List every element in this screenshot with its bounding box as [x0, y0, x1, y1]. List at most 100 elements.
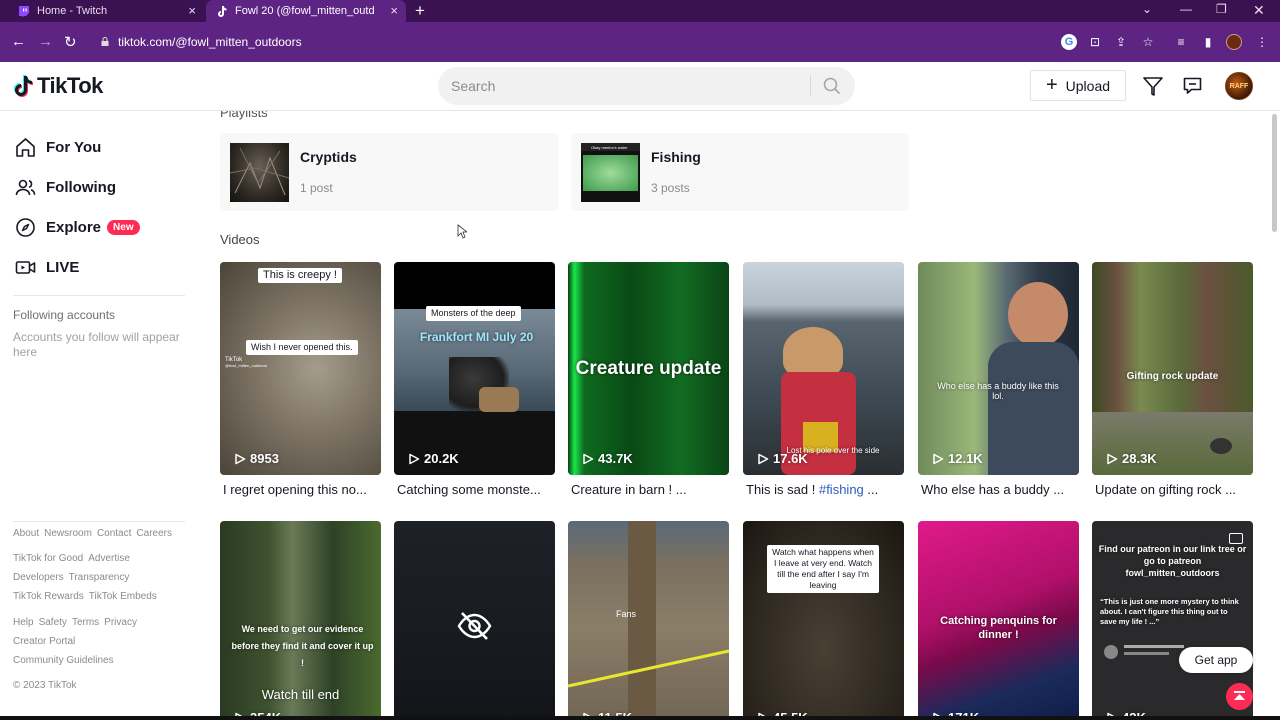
footer-link-creator-portal[interactable]: Creator Portal: [13, 636, 75, 647]
playlist-card-cryptids[interactable]: Cryptids 1 post: [220, 133, 558, 211]
following-accounts-desc: Accounts you follow will appear here: [13, 330, 180, 359]
view-count: 17.6K: [757, 451, 808, 466]
video-caption[interactable]: This is sad ! #fishing ...: [746, 482, 916, 497]
sidebar-item-following[interactable]: Following: [15, 177, 116, 198]
footer-link-terms[interactable]: Terms: [72, 617, 99, 628]
playlist-thumbnail: [229, 143, 290, 202]
video-overlay-text: “This is just one more mystery to think …: [1100, 597, 1239, 626]
install-icon[interactable]: ⊡: [1087, 34, 1103, 50]
page: Home - Twitch × Fowl 20 (@fowl_mitten_ou…: [0, 0, 1280, 720]
page-scrollbar[interactable]: [1272, 114, 1277, 232]
profile-avatar[interactable]: RAFF: [1225, 72, 1253, 100]
video-figure: [783, 327, 843, 377]
sidebar: For You Following Explore New LIVE Follo…: [0, 111, 200, 720]
footer-link-newsroom[interactable]: Newsroom: [44, 528, 92, 539]
reload-icon[interactable]: ↻: [64, 33, 77, 51]
get-app-button[interactable]: Get app: [1179, 647, 1253, 673]
tab-tiktok[interactable]: Fowl 20 (@fowl_mitten_outdoors ×: [206, 0, 406, 22]
menu-kebab-icon[interactable]: ⋮: [1254, 34, 1270, 50]
window-close-icon[interactable]: ✕: [1253, 2, 1265, 19]
google-icon[interactable]: G: [1061, 34, 1077, 50]
close-tab-icon[interactable]: ×: [390, 3, 398, 18]
play-icon: [235, 453, 246, 464]
footer-link-tiktok-embeds[interactable]: TikTok Embeds: [89, 591, 157, 602]
footer-link-advertise[interactable]: Advertise: [88, 553, 130, 564]
view-count-value: 28.3K: [1122, 451, 1157, 466]
footer-link-help[interactable]: Help: [13, 617, 34, 628]
nav-label: For You: [46, 139, 102, 156]
view-count-value: 17.6K: [773, 451, 808, 466]
video-caption[interactable]: I regret opening this no...: [223, 482, 393, 497]
video-caption[interactable]: Update on gifting rock ...: [1095, 482, 1265, 497]
view-count: 20.2K: [408, 451, 459, 466]
search-bar: [438, 67, 855, 105]
search-input[interactable]: [451, 76, 791, 96]
tab-twitch[interactable]: Home - Twitch ×: [8, 0, 204, 22]
video-overlay-text: Monsters of the deep: [426, 306, 521, 321]
send-filter-icon[interactable]: [1143, 77, 1163, 96]
video-overlay-text: Find our patreon in our link tree or go …: [1098, 544, 1247, 578]
video-caption[interactable]: Creature in barn ! ...: [571, 482, 741, 497]
restore-icon[interactable]: ❐: [1216, 2, 1227, 16]
footer-link-tiktok-for-good[interactable]: TikTok for Good: [13, 553, 83, 564]
video-caption[interactable]: Who else has a buddy ...: [921, 482, 1091, 497]
view-count-value: 8953: [250, 451, 279, 466]
browser-profile-avatar[interactable]: [1226, 34, 1242, 50]
eye-off-icon: [457, 612, 492, 640]
media-icon[interactable]: ≡: [1173, 34, 1189, 50]
url-text[interactable]: tiktok.com/@fowl_mitten_outdoors: [118, 35, 302, 49]
footer-link-tiktok-rewards[interactable]: TikTok Rewards: [13, 591, 84, 602]
video-thumbnail: [394, 521, 555, 720]
live-icon: [15, 261, 36, 274]
video-caption[interactable]: Catching some monste...: [397, 482, 567, 497]
footer-link-developers[interactable]: Developers: [13, 572, 64, 583]
back-icon[interactable]: ←: [11, 33, 26, 50]
tiktok-logo[interactable]: TikTok: [13, 73, 103, 99]
sidebar-item-for-you[interactable]: For You: [15, 137, 101, 158]
bookmark-star-icon[interactable]: ☆: [1140, 34, 1156, 50]
playlist-card-fishing[interactable]: Okay mentor's water Fishing 3 posts: [571, 133, 909, 211]
play-icon: [409, 453, 420, 464]
sidebar-item-live[interactable]: LIVE: [15, 257, 79, 278]
video-overlay-text: Watch till end: [261, 687, 340, 702]
caption-text: ...: [863, 482, 879, 497]
sidepanel-icon[interactable]: ▮: [1200, 34, 1216, 50]
footer-link-about[interactable]: About: [13, 528, 39, 539]
forward-icon[interactable]: →: [38, 33, 53, 50]
upload-button[interactable]: + Upload: [1030, 70, 1126, 101]
sidebar-item-explore[interactable]: Explore New: [15, 217, 140, 238]
footer-link-transparency[interactable]: Transparency: [69, 572, 130, 583]
playlist-count: 3 posts: [651, 181, 690, 195]
caption-hashtag[interactable]: #fishing: [819, 482, 864, 497]
footer-links-row: Help Safety Terms Privacy: [13, 617, 142, 628]
tab-search-icon[interactable]: ⌄: [1142, 2, 1152, 16]
play-icon: [583, 453, 594, 464]
search-divider: [810, 75, 811, 97]
close-tab-icon[interactable]: ×: [188, 3, 196, 18]
comment-line: [1124, 645, 1184, 648]
share-icon[interactable]: ⇪: [1113, 34, 1129, 50]
footer-link-safety[interactable]: Safety: [39, 617, 67, 628]
footer-link-contact[interactable]: Contact: [97, 528, 131, 539]
playlist-name: Cryptids: [300, 149, 357, 165]
inbox-icon[interactable]: [1183, 77, 1202, 95]
back-to-top-button[interactable]: [1226, 683, 1253, 710]
footer-link-careers[interactable]: Careers: [136, 528, 172, 539]
footer-link-community-guidelines[interactable]: Community Guidelines: [13, 655, 114, 666]
nav-label: LIVE: [46, 259, 80, 276]
new-tab-icon[interactable]: +: [415, 1, 425, 21]
tiktok-watermark: TikTok @fowl_mitten_outdoors: [225, 357, 267, 368]
view-count-value: 12.1K: [948, 451, 983, 466]
new-badge: New: [107, 220, 140, 235]
search-icon[interactable]: [823, 77, 841, 95]
minimize-icon[interactable]: —: [1180, 2, 1192, 16]
logo-wordmark: TikTok: [37, 73, 103, 98]
footer-links-row: TikTok for Good Advertise: [13, 553, 135, 564]
tab-title: Fowl 20 (@fowl_mitten_outdoors: [235, 5, 375, 17]
compass-icon: [16, 218, 35, 237]
lock-icon[interactable]: [101, 37, 109, 46]
tab-title: Home - Twitch: [37, 5, 108, 17]
footer-link-privacy[interactable]: Privacy: [104, 617, 137, 628]
tiktok-header: TikTok + Upload RAFF: [0, 62, 1280, 111]
video-overlay-text: Wish I never opened this.: [246, 340, 358, 355]
